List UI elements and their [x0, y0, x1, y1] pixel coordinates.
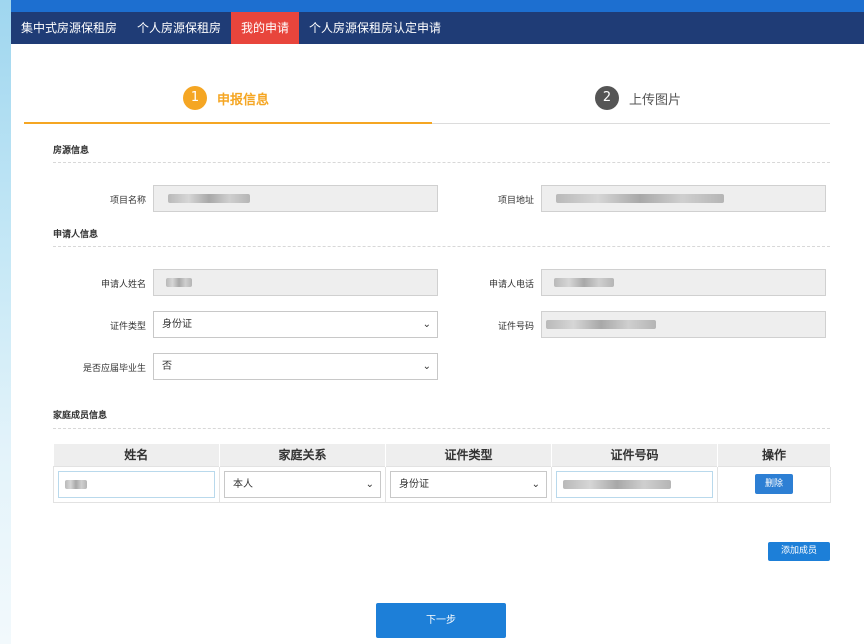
applicant-section-title: 申请人信息	[53, 230, 99, 240]
family-members-table: 姓名 家庭关系 证件类型 证件号码 操作 本人 ⌄ 身份证 ⌄ 删除	[53, 444, 831, 503]
applicant-name-label: 申请人姓名	[100, 280, 146, 290]
redacted-text	[546, 320, 656, 329]
table-header-row: 姓名 家庭关系 证件类型 证件号码 操作	[53, 444, 831, 466]
step-2: 2 上传图片	[595, 86, 681, 110]
member-relation-value: 本人	[233, 478, 253, 490]
redacted-text	[554, 278, 614, 287]
column-header-id-number: 证件号码	[551, 444, 718, 466]
member-relation-cell: 本人 ⌄	[219, 465, 386, 503]
id-type-value: 身份证	[162, 319, 192, 330]
top-nav: 集中式房源保租房 个人房源保租房 我的申请 个人房源保租房认定申请	[11, 12, 864, 44]
chevron-down-icon: ⌄	[531, 478, 540, 490]
redacted-text	[166, 278, 192, 287]
column-header-relation: 家庭关系	[219, 444, 386, 466]
project-name-label: 项目名称	[109, 196, 146, 206]
left-background-strip	[0, 0, 11, 644]
project-address-field[interactable]	[541, 185, 826, 212]
project-name-field[interactable]	[153, 185, 438, 212]
applicant-phone-field[interactable]	[541, 269, 826, 296]
step-1-label: 申报信息	[217, 92, 270, 108]
step-progress-line	[24, 122, 432, 124]
redacted-text	[556, 194, 724, 203]
id-type-label: 证件类型	[109, 322, 146, 332]
chevron-down-icon: ⌄	[422, 361, 431, 372]
applicant-name-field[interactable]	[153, 269, 438, 296]
member-id-number-input[interactable]	[556, 470, 713, 498]
id-type-select[interactable]: 身份证 ⌄	[153, 311, 438, 338]
step-indicator: 1 申报信息 2 上传图片	[24, 76, 830, 124]
graduate-label: 是否应届毕业生	[82, 364, 146, 374]
step-1: 1 申报信息	[183, 86, 269, 110]
family-section-title: 家庭成员信息	[53, 411, 108, 421]
graduate-value: 否	[162, 361, 172, 372]
id-number-field[interactable]	[541, 311, 826, 338]
house-section-title: 房源信息	[53, 146, 90, 156]
member-name-input[interactable]	[58, 470, 215, 498]
project-address-label: 项目地址	[497, 196, 534, 206]
nav-item-my-applications[interactable]: 我的申请	[231, 12, 300, 44]
nav-item-personal-housing[interactable]: 个人房源保租房	[127, 12, 231, 44]
redacted-text	[563, 479, 671, 489]
member-name-cell	[53, 465, 220, 503]
member-actions-cell: 删除	[717, 465, 831, 503]
next-step-button[interactable]: 下一步	[376, 603, 506, 638]
nav-item-centralized-housing[interactable]: 集中式房源保租房	[11, 12, 127, 44]
member-id-type-select[interactable]: 身份证 ⌄	[390, 470, 547, 498]
redacted-text	[168, 194, 250, 203]
top-header-bar	[11, 0, 864, 12]
redacted-text	[65, 479, 87, 489]
member-id-type-value: 身份证	[399, 478, 429, 490]
delete-member-button[interactable]: 删除	[755, 474, 793, 494]
step-2-number: 2	[595, 86, 619, 110]
section-divider	[53, 246, 830, 247]
section-divider	[53, 428, 830, 429]
column-header-actions: 操作	[717, 444, 831, 466]
add-member-button[interactable]: 添加成员	[768, 542, 830, 561]
applicant-phone-label: 申请人电话	[488, 280, 534, 290]
section-divider	[53, 162, 830, 163]
step-2-label: 上传图片	[629, 92, 682, 108]
member-relation-select[interactable]: 本人 ⌄	[224, 470, 381, 498]
column-header-id-type: 证件类型	[385, 444, 552, 466]
table-row: 本人 ⌄ 身份证 ⌄ 删除	[53, 465, 831, 503]
member-id-type-cell: 身份证 ⌄	[385, 465, 552, 503]
step-1-number: 1	[183, 86, 207, 110]
chevron-down-icon: ⌄	[365, 478, 374, 490]
graduate-select[interactable]: 否 ⌄	[153, 353, 438, 380]
column-header-name: 姓名	[53, 444, 220, 466]
id-number-label: 证件号码	[497, 322, 534, 332]
nav-item-personal-housing-certification[interactable]: 个人房源保租房认定申请	[299, 12, 451, 44]
chevron-down-icon: ⌄	[422, 319, 431, 330]
member-id-number-cell	[551, 465, 718, 503]
